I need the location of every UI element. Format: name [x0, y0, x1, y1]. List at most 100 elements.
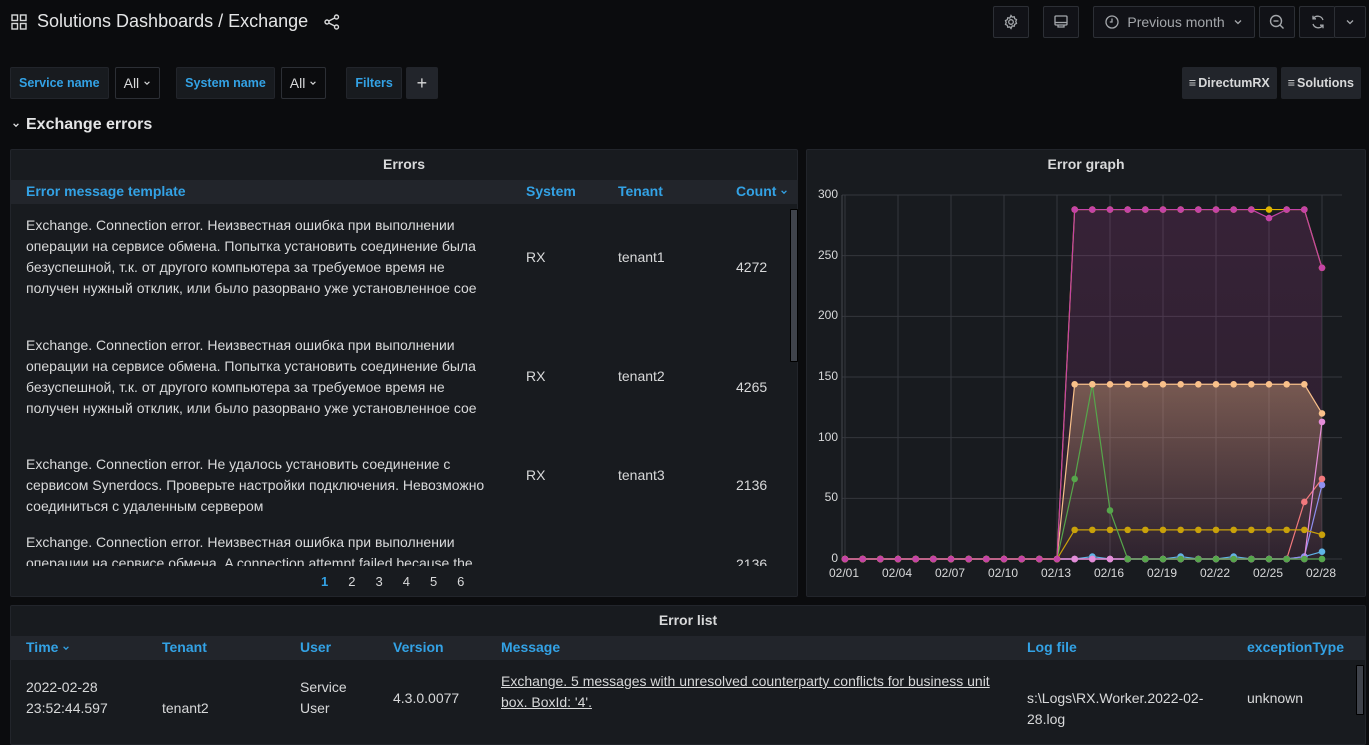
refresh-interval-dropdown[interactable] — [1334, 6, 1366, 38]
log-file-cell: s:\Logs\RX.Worker.2022-02- 28.log — [1027, 688, 1203, 730]
service-name-select[interactable]: All — [114, 67, 161, 99]
series-green-point — [1248, 555, 1255, 563]
series-green-point — [1230, 555, 1237, 563]
table-body: Exchange. Connection error. Неизвестная … — [11, 206, 797, 566]
series-green-point — [1071, 475, 1078, 483]
x-tick-label: 02/22 — [1200, 566, 1231, 580]
series-magenta-point — [1142, 206, 1149, 213]
version-cell: 4.3.0.0077 — [393, 690, 460, 706]
page-3[interactable]: 3 — [375, 574, 382, 589]
series-peach-point — [1106, 380, 1114, 388]
system-cell: RX — [526, 249, 546, 265]
series-magenta-point — [983, 555, 990, 563]
page-title[interactable]: Solutions Dashboards / Exchange — [37, 11, 308, 32]
count-cell: 4265 — [736, 379, 768, 395]
series-peach-point — [1301, 380, 1308, 388]
table-scrollbar[interactable] — [1356, 665, 1364, 715]
system-name-select[interactable]: All — [280, 67, 327, 99]
clock-icon — [1105, 15, 1120, 29]
sort-desc-icon — [63, 646, 70, 651]
row-title: Exchange errors — [26, 116, 153, 133]
column-header-user[interactable]: User — [300, 639, 331, 655]
table-scrollbar[interactable] — [790, 209, 798, 362]
time-range-label: Previous month — [1127, 14, 1225, 30]
page-1[interactable]: 1 — [321, 574, 328, 589]
x-tick-label: 02/01 — [829, 566, 860, 580]
series-peach-point — [1283, 380, 1290, 388]
column-header-version[interactable]: Version — [393, 639, 444, 655]
x-tick-label: 02/25 — [1253, 566, 1284, 580]
column-header-tenant[interactable]: Tenant — [162, 639, 207, 655]
column-header-exception-type[interactable]: exceptionType — [1247, 639, 1344, 655]
series-green-point — [1177, 555, 1184, 563]
gear-icon — [1004, 14, 1018, 30]
series-green-point — [1212, 555, 1220, 563]
tenant-cell: tenant1 — [618, 249, 665, 265]
column-header-tenant[interactable]: Tenant — [618, 183, 663, 199]
tenant-cell: tenant2 — [162, 700, 209, 716]
x-tick-label: 02/16 — [1094, 566, 1125, 580]
column-header-system[interactable]: System — [526, 183, 576, 199]
column-header-count[interactable]: Count — [736, 183, 788, 199]
series-magenta-point — [1195, 206, 1202, 213]
chevron-down-icon — [1346, 20, 1354, 25]
series-green-point — [1265, 555, 1273, 563]
directumrx-link[interactable]: ≡ DirectumRX — [1181, 67, 1277, 99]
column-header-message[interactable]: Error message template — [26, 183, 186, 199]
series-gold-point — [1230, 526, 1237, 534]
top-bar: Solutions Dashboards / Exchange Previous… — [0, 0, 1369, 46]
page-6[interactable]: 6 — [457, 574, 464, 589]
system-name-value: All — [289, 75, 306, 91]
x-tick-label: 02/07 — [935, 566, 966, 580]
series-magenta-point — [947, 555, 955, 563]
zoom-out-button[interactable] — [1259, 6, 1295, 38]
row-toggle-exchange-errors[interactable]: Exchange errors — [12, 116, 152, 134]
errors-panel: Errors Error message template System Ten… — [10, 149, 798, 597]
service-name-value: All — [123, 75, 140, 91]
series-salmon-point — [1301, 498, 1308, 506]
series-magenta-point — [859, 555, 866, 563]
series-pink-point — [1318, 418, 1326, 426]
x-tick-label: 02/19 — [1147, 566, 1178, 580]
series-peach-point — [1142, 380, 1149, 388]
column-header-message[interactable]: Message — [501, 639, 560, 655]
message-line-2[interactable]: box. BoxId: '4'. — [501, 694, 592, 710]
grid-icon[interactable] — [11, 13, 27, 30]
sort-desc-icon — [781, 190, 788, 195]
series-gold-point — [1142, 526, 1149, 534]
series-magenta-point — [1036, 555, 1043, 563]
refresh-button[interactable] — [1299, 6, 1335, 38]
series-gold-point — [1106, 526, 1114, 534]
add-filter-button[interactable]: + — [405, 67, 438, 99]
error-graph-chart[interactable] — [807, 150, 1367, 598]
message-line-1[interactable]: Exchange. 5 messages with unresolved cou… — [501, 673, 990, 689]
filters-label: Filters — [346, 67, 402, 99]
cycle-view-mode-button[interactable] — [1043, 6, 1079, 38]
chevron-down-icon — [310, 81, 317, 85]
series-gold-point — [1195, 526, 1202, 534]
system-name-label: System name — [176, 67, 275, 99]
message-link[interactable]: Exchange. 5 messages with unresolved cou… — [501, 671, 990, 713]
series-magenta-point — [965, 555, 972, 563]
dashboard-settings-button[interactable] — [993, 6, 1029, 38]
solutions-link[interactable]: ≡ Solutions — [1280, 67, 1361, 99]
y-tick-label: 150 — [817, 369, 838, 383]
exception-type-cell: unknown — [1247, 690, 1304, 706]
menu-icon: ≡ — [1188, 76, 1197, 90]
series-peach-point — [1265, 380, 1273, 388]
page-2[interactable]: 2 — [348, 574, 355, 589]
column-header-log-file[interactable]: Log file — [1027, 639, 1077, 655]
time-range-picker[interactable]: Previous month — [1093, 6, 1255, 38]
series-gold-point — [1177, 526, 1184, 534]
message-cell: Exchange. Connection error. Неизвестная … — [26, 217, 477, 296]
series-pink-point — [1106, 555, 1114, 563]
page-5[interactable]: 5 — [430, 574, 437, 589]
zoom-out-icon — [1269, 14, 1284, 29]
series-salmon-point — [1318, 475, 1326, 483]
share-icon[interactable] — [324, 13, 340, 30]
page-4[interactable]: 4 — [403, 574, 410, 589]
column-header-time[interactable]: Time — [26, 639, 70, 655]
series-gold-point — [1071, 526, 1078, 534]
series-gold-point — [1318, 531, 1326, 539]
y-tick-label: 300 — [817, 187, 838, 201]
